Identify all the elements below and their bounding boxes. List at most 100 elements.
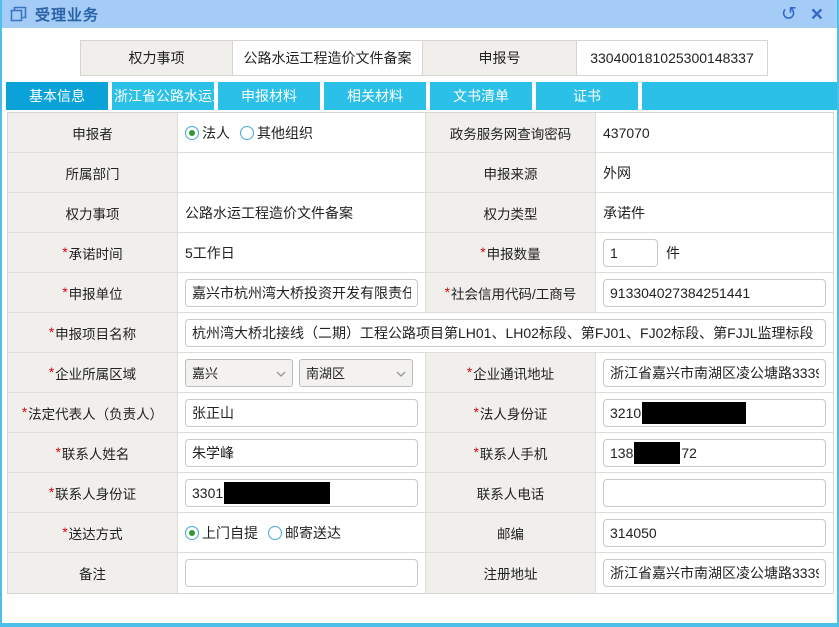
chevron-down-icon: [276, 365, 286, 380]
label-text: 申报单位: [68, 286, 123, 302]
contact-phone-cell: [596, 473, 833, 512]
label-text: 联系人姓名: [61, 446, 130, 462]
tab-declaration-materials[interactable]: 申报材料: [218, 82, 320, 110]
region-label: * 企业所属区域: [8, 353, 178, 392]
label-text: 申报项目名称: [55, 326, 137, 342]
company-label: * 申报单位: [8, 273, 178, 312]
contact-mobile-input[interactable]: 138 72: [603, 438, 826, 467]
contact-id-input[interactable]: 3301: [185, 478, 418, 507]
label-text: 权力类型: [483, 206, 538, 222]
label-text: 送达方式: [68, 526, 123, 542]
district-select[interactable]: 南湖区: [299, 358, 413, 387]
value-text: 437070: [603, 124, 650, 141]
form-row-power-item: 权力事项 公路水运工程造价文件备案 权力类型 承诺件: [8, 193, 833, 233]
company-cell: [178, 273, 426, 312]
company-input[interactable]: [185, 278, 418, 307]
label-text: 联系人身份证: [55, 486, 137, 502]
credit-code-cell: [596, 273, 833, 312]
quantity-label: * 申报数量: [426, 233, 596, 272]
value-text: 3301: [192, 484, 224, 501]
form-row-company: *申报单位 *社会信用代码/工商号: [8, 273, 833, 313]
city-select[interactable]: 嘉兴: [185, 358, 293, 387]
legal-id-label: * 法人身份证: [426, 393, 596, 432]
form-row-contact-name: *联系人姓名 *联系人手机 138 72: [8, 433, 833, 473]
required-marker: *: [473, 445, 479, 460]
contact-name-input[interactable]: [185, 438, 418, 467]
redaction-bar: [642, 401, 747, 424]
form-row-department: 所属部门 申报来源 外网: [8, 153, 833, 193]
legal-rep-cell: [178, 393, 426, 432]
form-row-remark: 备注 注册地址: [8, 553, 833, 593]
label-text: 政务服务网查询密码: [449, 126, 572, 142]
accept-business-window: 受理业务 ↺ × 权力事项 公路水运工程造价文件备案 申报号 330400181…: [0, 0, 839, 627]
city-selected-value: 嘉兴: [192, 366, 219, 381]
promise-time-label: * 承诺时间: [8, 233, 178, 272]
radio-label: 上门自提: [202, 524, 258, 541]
required-marker: *: [473, 405, 479, 420]
remark-input[interactable]: [185, 559, 418, 587]
value-text: 3210: [610, 404, 642, 421]
declaration-header: 权力事项 公路水运工程造价文件备案 申报号 330400181025300148…: [80, 40, 768, 76]
radio-selected-icon: [185, 525, 199, 540]
refresh-icon[interactable]: ↺: [781, 5, 797, 24]
quantity-cell: 件: [596, 233, 833, 272]
tab-bar: 基本信息 浙江省公路水运工 申报材料 相关材料 文书清单 证书: [6, 82, 837, 110]
form-row-declarant: 申报者 法人 其他组织 政务服务网查询密码 437070: [8, 113, 833, 153]
postcode-input[interactable]: [603, 518, 826, 547]
tab-related-materials[interactable]: 相关材料: [324, 82, 426, 110]
required-marker: *: [21, 405, 28, 420]
quantity-unit: 件: [666, 244, 680, 261]
declarant-label: 申报者: [8, 113, 178, 152]
contact-phone-label: 联系人电话: [426, 473, 596, 512]
form-row-region: * 企业所属区域 嘉兴 南湖区 * 企业通讯地址: [8, 353, 833, 393]
power-type-value: 承诺件: [596, 193, 833, 232]
credit-code-label: * 社会信用代码/工商号: [426, 273, 596, 312]
tab-zhejiang-highway-water[interactable]: 浙江省公路水运工: [112, 82, 214, 110]
label-text: 申报来源: [483, 166, 538, 182]
contact-phone-input[interactable]: [603, 478, 826, 507]
label-text: 联系人手机: [479, 446, 548, 462]
power-item-label: 权力事项: [8, 193, 178, 232]
radio-option-other-organization[interactable]: 其他组织: [240, 123, 313, 143]
value-text: 承诺件: [603, 204, 645, 221]
label-text: 申报数量: [486, 246, 541, 262]
legal-id-input[interactable]: 3210: [603, 398, 826, 427]
project-name-input[interactable]: [185, 318, 826, 347]
radio-selected-icon: [185, 125, 199, 140]
declaration-source-label: 申报来源: [426, 153, 596, 192]
radio-option-mail-delivery[interactable]: 邮寄送达: [268, 523, 341, 543]
declaration-source-value: 外网: [596, 153, 833, 192]
credit-code-input[interactable]: [603, 278, 826, 307]
quantity-input[interactable]: [603, 238, 658, 267]
legal-id-cell: 3210: [596, 393, 833, 432]
label-text: 邮编: [497, 526, 524, 542]
required-marker: *: [466, 365, 473, 380]
registered-address-input[interactable]: [603, 559, 826, 587]
tab-certificate[interactable]: 证书: [536, 82, 638, 110]
required-marker: *: [62, 525, 68, 540]
chevron-down-icon: [396, 365, 406, 380]
required-marker: *: [55, 445, 61, 460]
tab-basic-info[interactable]: 基本信息: [6, 82, 108, 110]
close-icon[interactable]: ×: [811, 4, 823, 25]
contact-mobile-cell: 138 72: [596, 433, 833, 472]
radio-option-self-pickup[interactable]: 上门自提: [185, 523, 258, 543]
required-marker: *: [444, 285, 450, 300]
label-text: 申报者: [72, 126, 113, 142]
redaction-bar: [224, 481, 331, 504]
postcode-cell: [596, 513, 833, 552]
company-address-input[interactable]: [603, 358, 826, 387]
company-address-label: * 企业通讯地址: [426, 353, 596, 392]
label-text: 企业所属区域: [55, 366, 137, 382]
delivery-radio-group: 上门自提 邮寄送达: [178, 513, 426, 552]
radio-option-legal-person[interactable]: 法人: [185, 123, 230, 143]
redaction-bar: [634, 441, 681, 464]
region-cell: 嘉兴 南湖区: [178, 353, 426, 392]
form-row-legal-rep: *法定代表人（负责人） *法人身份证 3210: [8, 393, 833, 433]
legal-rep-input[interactable]: [185, 398, 418, 427]
form-row-promise-time: *承诺时间 5工作日 *申报数量 件: [8, 233, 833, 273]
required-marker: *: [62, 285, 68, 300]
power-item-value: 公路水运工程造价文件备案: [178, 193, 426, 232]
tab-document-list[interactable]: 文书清单: [430, 82, 532, 110]
basic-info-form: 申报者 法人 其他组织 政务服务网查询密码 437070 所属部门 申报来源 外…: [7, 112, 834, 594]
